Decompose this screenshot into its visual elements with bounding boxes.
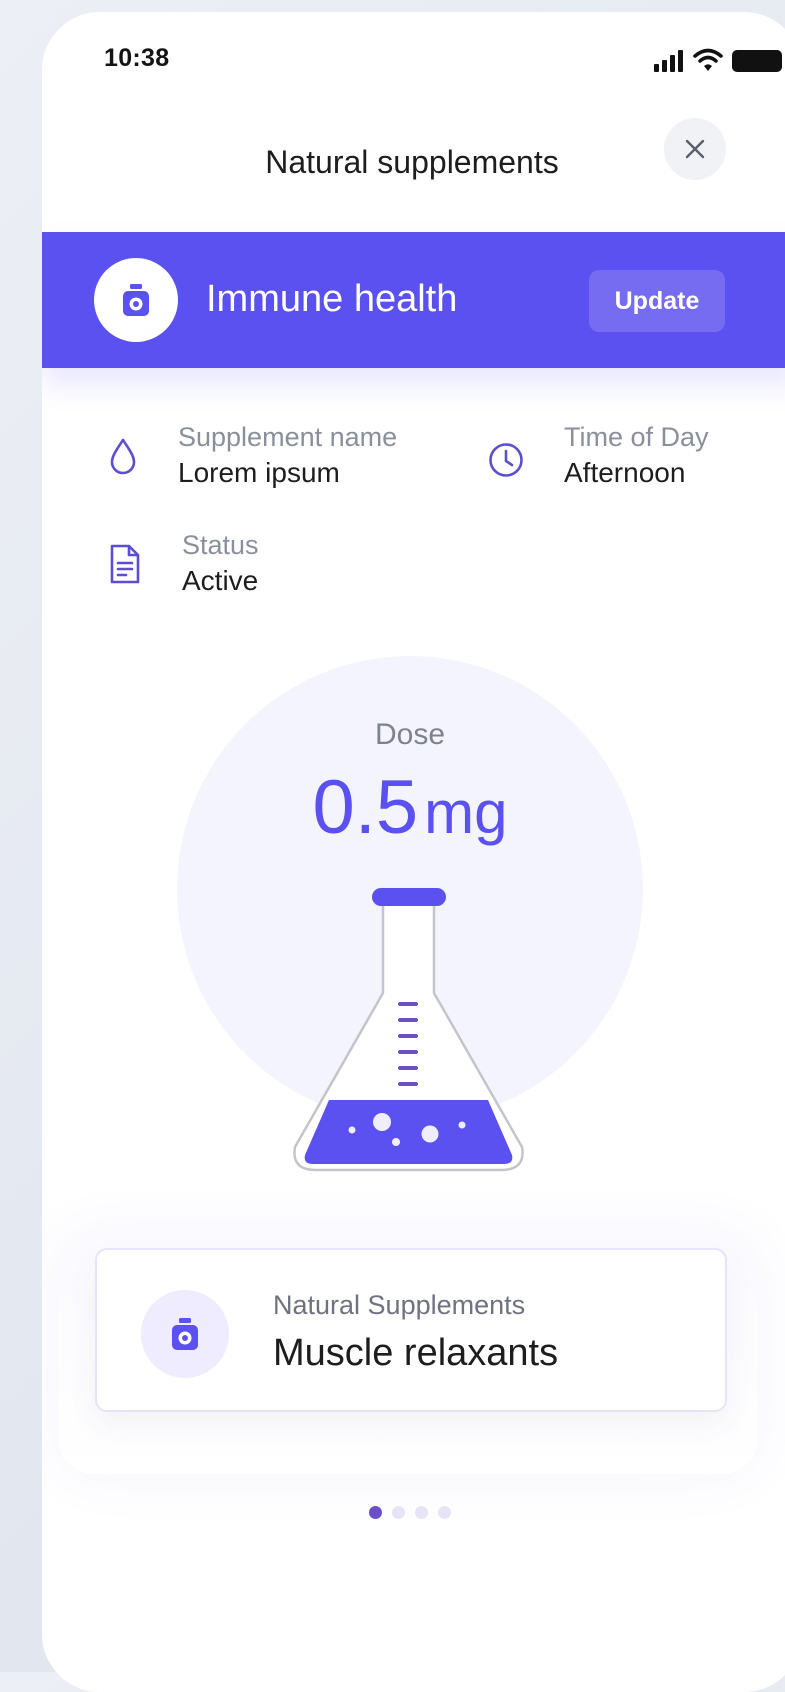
time-of-day-value: Afternoon xyxy=(564,457,686,488)
flask-illustration xyxy=(293,888,524,1172)
card-subtitle: Natural Supplements xyxy=(273,1290,526,1320)
wifi-icon xyxy=(693,48,723,71)
status-value: Active xyxy=(182,565,259,596)
status-info: Status Active xyxy=(106,530,406,600)
dose-value: 0.5 mg xyxy=(42,764,778,851)
supplement-card[interactable]: Natural Supplements Muscle relaxants xyxy=(95,1248,727,1412)
close-button[interactable] xyxy=(664,118,726,180)
status-bar: 10:38 xyxy=(42,12,785,102)
dose-unit: mg xyxy=(424,779,508,846)
supplement-name-label: Supplement name xyxy=(178,422,398,452)
update-button[interactable]: Update xyxy=(589,270,725,332)
supplement-bottle-icon xyxy=(172,1318,198,1350)
signal-icon xyxy=(654,50,683,72)
supplement-banner: Immune health Update xyxy=(42,232,785,368)
phone-screen: 10:38 Natural supplements Immune health … xyxy=(42,12,785,1692)
dose-label: Dose xyxy=(374,718,446,751)
banner-badge xyxy=(94,258,178,342)
status-time: 10:38 xyxy=(104,44,170,72)
card-badge xyxy=(141,1290,229,1378)
close-icon xyxy=(685,139,705,159)
banner-title: Immune health xyxy=(206,278,458,320)
clock-icon xyxy=(489,443,523,477)
page-dot[interactable] xyxy=(415,1506,428,1519)
page-dot[interactable] xyxy=(392,1506,405,1519)
dose-number: 0.5 xyxy=(312,765,419,850)
page-dot[interactable] xyxy=(369,1506,382,1519)
supplement-name-value: Lorem ipsum xyxy=(178,457,340,488)
supplement-name-info: Supplement name Lorem ipsum xyxy=(106,422,436,492)
time-of-day-label: Time of Day xyxy=(564,422,709,452)
supplement-bottle-icon xyxy=(123,284,149,316)
document-icon xyxy=(110,544,140,584)
status-label: Status xyxy=(182,530,259,560)
page-dot[interactable] xyxy=(438,1506,451,1519)
time-of-day-info: Time of Day Afternoon xyxy=(486,422,746,492)
drop-icon xyxy=(110,438,136,475)
card-title: Muscle relaxants xyxy=(273,1332,559,1374)
battery-icon xyxy=(732,50,782,72)
page-indicator xyxy=(42,1506,778,1519)
